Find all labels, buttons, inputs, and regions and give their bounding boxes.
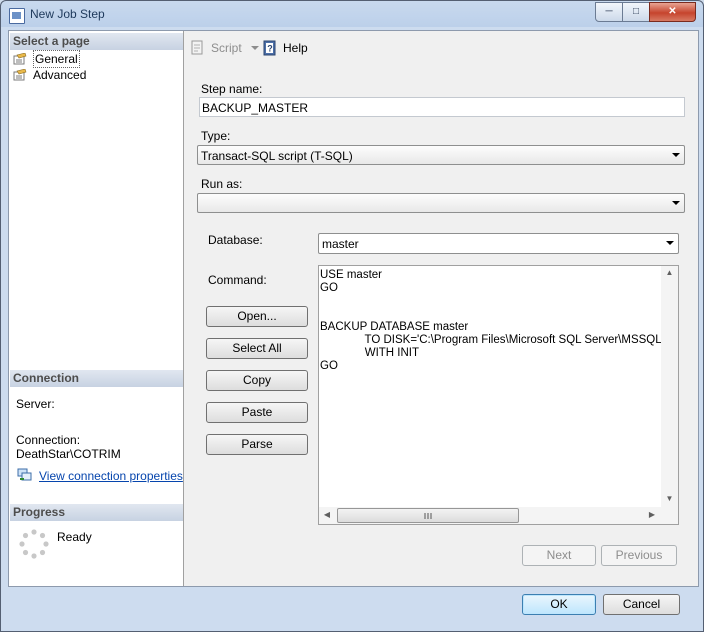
command-line: GO bbox=[320, 360, 338, 372]
scroll-corner bbox=[661, 507, 678, 524]
database-select[interactable]: master bbox=[318, 233, 679, 254]
command-line: GO bbox=[320, 282, 338, 294]
previous-button[interactable]: Previous bbox=[601, 545, 677, 566]
step-name-input[interactable]: BACKUP_MASTER bbox=[199, 97, 685, 117]
dialog-icon bbox=[9, 8, 25, 24]
cancel-button[interactable]: Cancel bbox=[603, 594, 680, 615]
connection-label: Connection: bbox=[16, 433, 81, 447]
script-button[interactable]: Script bbox=[190, 39, 259, 57]
command-line: BACKUP DATABASE master bbox=[320, 321, 469, 333]
database-select-value: master bbox=[322, 237, 359, 251]
copy-button[interactable]: Copy bbox=[206, 370, 308, 391]
step-name-label: Step name: bbox=[201, 82, 263, 96]
help-icon: ? bbox=[263, 40, 276, 56]
horizontal-scrollbar[interactable]: ◀ ▶ bbox=[319, 507, 661, 524]
page-item-advanced[interactable]: Advanced bbox=[13, 67, 173, 83]
scroll-thumb[interactable] bbox=[337, 508, 519, 523]
script-label: Script bbox=[211, 41, 242, 55]
page-icon bbox=[13, 69, 27, 81]
chevron-down-icon bbox=[666, 241, 674, 245]
type-label: Type: bbox=[201, 129, 231, 143]
connection-value: DeathStar\COTRIM bbox=[16, 447, 121, 461]
title-bar[interactable]: New Job Step ─ □ ✕ bbox=[1, 1, 703, 29]
vertical-scrollbar[interactable]: ▲ ▼ bbox=[661, 266, 678, 508]
page-item-label: Advanced bbox=[33, 68, 87, 82]
run-as-select[interactable] bbox=[197, 193, 685, 213]
script-icon bbox=[191, 40, 203, 55]
ok-button[interactable]: OK bbox=[522, 594, 596, 615]
help-button[interactable]: ? Help bbox=[262, 39, 310, 57]
help-label: Help bbox=[283, 41, 308, 55]
command-editor[interactable]: USE master GO BACKUP DATABASE master TO … bbox=[318, 265, 679, 525]
select-page-header: Select a page bbox=[10, 33, 183, 50]
progress-status: Ready bbox=[57, 530, 92, 544]
paste-button[interactable]: Paste bbox=[206, 402, 308, 423]
type-select-value: Transact-SQL script (T-SQL) bbox=[201, 149, 353, 163]
scroll-left-icon[interactable]: ◀ bbox=[322, 510, 332, 519]
maximize-button[interactable]: □ bbox=[622, 2, 650, 22]
right-pane: Script ? Help Step name: BACKUP_MASTER T… bbox=[184, 31, 698, 586]
grip-icon bbox=[424, 513, 432, 519]
dialog-window: New Job Step ─ □ ✕ Select a page General bbox=[0, 0, 704, 632]
minimize-button[interactable]: ─ bbox=[595, 2, 623, 22]
select-all-button[interactable]: Select All bbox=[206, 338, 308, 359]
scroll-up-icon[interactable]: ▲ bbox=[661, 268, 678, 277]
parse-button[interactable]: Parse bbox=[206, 434, 308, 455]
svg-text:?: ? bbox=[267, 44, 273, 54]
close-button[interactable]: ✕ bbox=[649, 2, 696, 22]
connection-header: Connection bbox=[10, 370, 183, 387]
open-button[interactable]: Open... bbox=[206, 306, 308, 327]
page-icon bbox=[13, 53, 27, 65]
script-dropdown-arrow-icon[interactable] bbox=[251, 46, 259, 50]
page-item-general[interactable]: General bbox=[13, 50, 173, 68]
command-line: TO DISK='C:\Program Files\Microsoft SQL … bbox=[320, 334, 675, 346]
progress-header: Progress bbox=[10, 504, 183, 521]
dialog-body: Select a page General Advanced Connectio… bbox=[8, 30, 699, 587]
chevron-down-icon bbox=[672, 153, 680, 157]
left-pane: Select a page General Advanced Connectio… bbox=[9, 31, 184, 586]
window-title: New Job Step bbox=[30, 7, 105, 21]
database-label: Database: bbox=[208, 233, 263, 247]
toolbar: Script ? Help bbox=[184, 31, 698, 63]
command-label: Command: bbox=[208, 273, 267, 287]
server-label: Server: bbox=[16, 397, 55, 411]
command-line: USE master bbox=[320, 269, 382, 281]
connection-properties-icon bbox=[17, 468, 32, 481]
command-line: WITH INIT bbox=[320, 347, 420, 359]
run-as-label: Run as: bbox=[201, 177, 243, 191]
progress-spinner-icon bbox=[19, 529, 49, 559]
next-button[interactable]: Next bbox=[522, 545, 596, 566]
type-select[interactable]: Transact-SQL script (T-SQL) bbox=[197, 145, 685, 165]
scroll-right-icon[interactable]: ▶ bbox=[647, 510, 657, 519]
scroll-down-icon[interactable]: ▼ bbox=[661, 494, 678, 503]
page-item-label: General bbox=[33, 50, 80, 68]
view-connection-properties-link[interactable]: View connection properties bbox=[39, 469, 183, 483]
chevron-down-icon bbox=[672, 201, 680, 205]
dialog-button-bar: OK Cancel bbox=[8, 586, 697, 626]
